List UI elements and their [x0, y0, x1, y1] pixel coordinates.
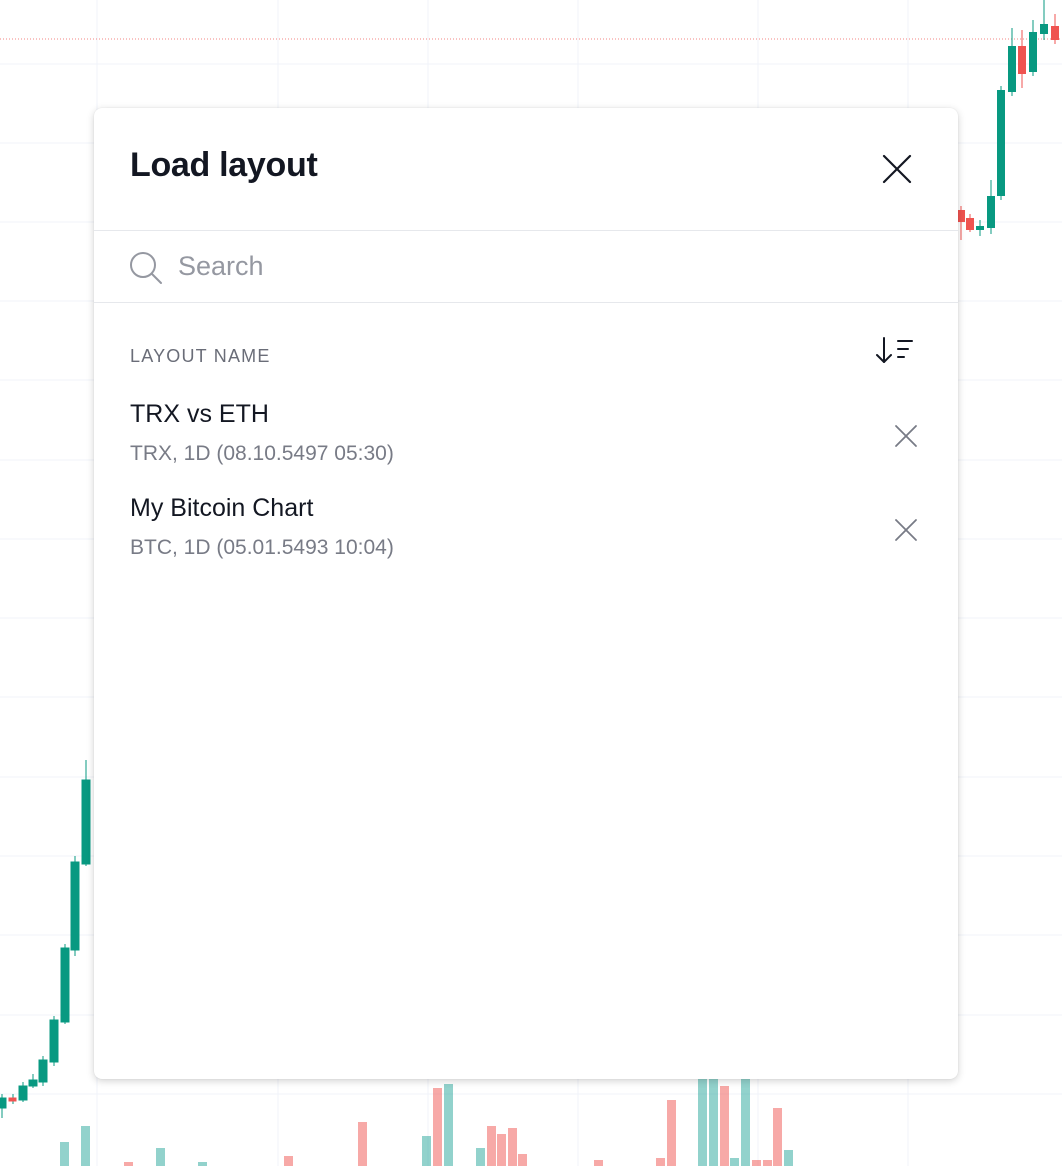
close-button[interactable] [876, 148, 918, 190]
layout-meta: TRX, 1D (08.10.5497 05:30) [130, 442, 394, 465]
right-candles [958, 0, 1059, 240]
left-candles [0, 760, 91, 1118]
search-input[interactable] [178, 245, 918, 287]
sort-descending-icon [876, 337, 913, 363]
layout-name-column-header: LAYOUT NAME [130, 346, 271, 366]
sort-button[interactable] [874, 334, 918, 368]
close-icon [895, 425, 917, 447]
search-icon [130, 252, 162, 284]
search-row [94, 231, 958, 303]
layout-name: TRX vs ETH [130, 400, 269, 428]
layout-item-trx-vs-eth[interactable]: TRX vs ETH TRX, 1D (08.10.5497 05:30) [94, 400, 958, 492]
close-icon [895, 519, 917, 541]
dialog-title: Load layout [130, 146, 318, 184]
remove-layout-button[interactable] [892, 422, 920, 450]
layout-name: My Bitcoin Chart [130, 494, 314, 522]
volume-bars [60, 1078, 793, 1166]
layout-meta: BTC, 1D (05.01.5493 10:04) [130, 536, 394, 559]
dialog-header: Load layout [94, 108, 958, 231]
layout-item-my-bitcoin-chart[interactable]: My Bitcoin Chart BTC, 1D (05.01.5493 10:… [94, 494, 958, 586]
load-layout-dialog: Load layout LAYOUT NAME TRX vs ETH TRX, … [94, 108, 958, 1079]
remove-layout-button[interactable] [892, 516, 920, 544]
close-icon [882, 154, 912, 184]
